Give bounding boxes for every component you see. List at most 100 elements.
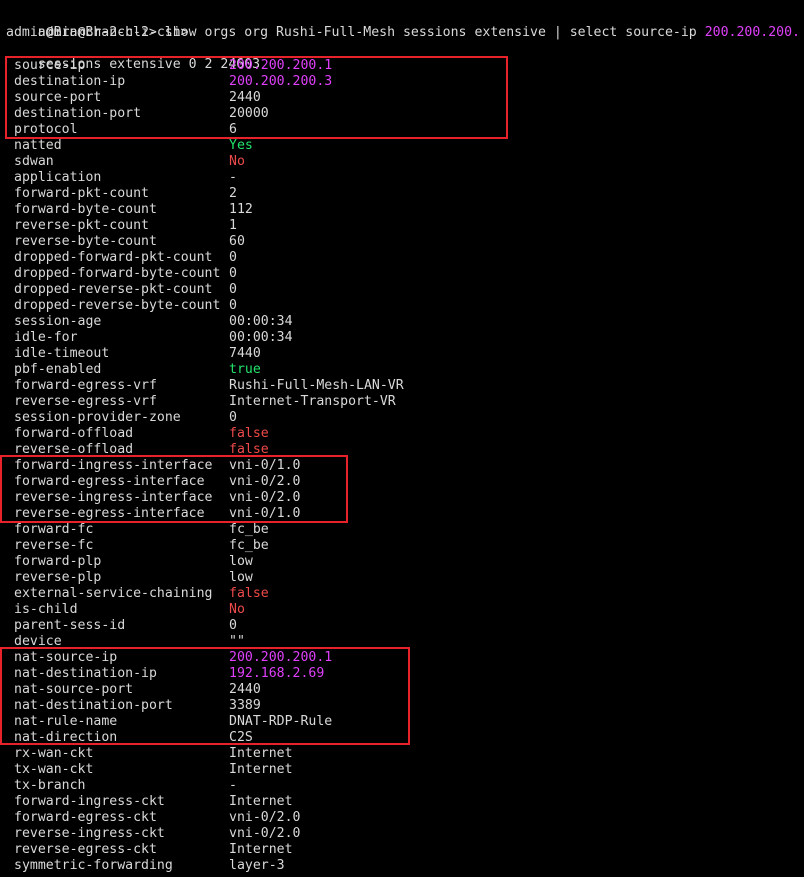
field-key: tx-branch <box>14 778 86 793</box>
field-key: forward-plp <box>14 554 102 569</box>
field-value: 200.200.200.1 <box>229 58 333 73</box>
field-value: false <box>229 442 269 457</box>
field-value: fc_be <box>229 538 269 553</box>
field-key: reverse-ingress-interface <box>14 490 213 505</box>
field-key: nat-destination-ip <box>14 666 157 681</box>
field-value: vni-0/1.0 <box>229 506 301 521</box>
session-field-row: reverse-plp low <box>14 570 794 586</box>
field-key: dropped-forward-pkt-count <box>14 250 213 265</box>
session-field-row: protocol 6 <box>14 122 794 138</box>
terminal-window[interactable]: admin@Branch-2-cli> admin@Branch-2-cli> … <box>0 0 804 877</box>
field-key: reverse-egress-ckt <box>14 842 157 857</box>
field-value: No <box>229 602 245 617</box>
field-key: reverse-pkt-count <box>14 218 149 233</box>
command-ip: 200.200.200. <box>704 25 800 40</box>
field-value: Internet-Transport-VR <box>229 394 396 409</box>
session-field-row: nat-direction C2S <box>14 730 794 746</box>
command-line: admin@Branch-2-cli> show orgs org Rushi-… <box>6 25 800 41</box>
field-value: 0 <box>229 250 237 265</box>
session-field-row: reverse-egress-vrf Internet-Transport-VR <box>14 394 794 410</box>
field-key: forward-egress-vrf <box>14 378 157 393</box>
session-field-row: reverse-pkt-count 1 <box>14 218 794 234</box>
field-value: 00:00:34 <box>229 314 293 329</box>
field-value: 0 <box>229 618 237 633</box>
field-value: C2S <box>229 730 253 745</box>
session-field-row: reverse-byte-count 60 <box>14 234 794 250</box>
session-field-row: rx-wan-ckt Internet <box>14 746 794 762</box>
output-header: sessions extensive 0 2 24603 <box>6 41 260 72</box>
field-key: reverse-offload <box>14 442 134 457</box>
field-key: session-provider-zone <box>14 410 181 425</box>
session-field-row: nat-source-ip 200.200.200.1 <box>14 650 794 666</box>
session-field-row: idle-for 00:00:34 <box>14 330 794 346</box>
session-field-row: forward-pkt-count 2 <box>14 186 794 202</box>
field-value: vni-0/2.0 <box>229 474 301 489</box>
command-text: show orgs org Rushi-Full-Mesh sessions e… <box>156 25 705 40</box>
field-key: nat-direction <box>14 730 118 745</box>
session-field-row: application - <box>14 170 794 186</box>
field-value: 20000 <box>229 106 269 121</box>
field-value: vni-0/2.0 <box>229 810 301 825</box>
session-field-row: destination-port 20000 <box>14 106 794 122</box>
field-key: forward-pkt-count <box>14 186 149 201</box>
session-field-row: reverse-egress-interface vni-0/1.0 <box>14 506 794 522</box>
session-field-row: nat-destination-ip 192.168.2.69 <box>14 666 794 682</box>
session-field-row: forward-fc fc_be <box>14 522 794 538</box>
session-field-row: forward-plp low <box>14 554 794 570</box>
field-value: vni-0/2.0 <box>229 490 301 505</box>
session-field-row: source-ip 200.200.200.1 <box>14 58 794 74</box>
field-value: low <box>229 554 253 569</box>
field-key: nat-source-ip <box>14 650 118 665</box>
field-key: destination-port <box>14 106 142 121</box>
session-field-row: natted Yes <box>14 138 794 154</box>
field-value: 1 <box>229 218 237 233</box>
session-field-row: dropped-forward-byte-count 0 <box>14 266 794 282</box>
field-value: - <box>229 170 237 185</box>
field-value: Rushi-Full-Mesh-LAN-VR <box>229 378 404 393</box>
session-field-row: forward-byte-count 112 <box>14 202 794 218</box>
session-field-row: forward-egress-vrf Rushi-Full-Mesh-LAN-VR <box>14 378 794 394</box>
field-key: external-service-chaining <box>14 586 213 601</box>
session-field-row: device "" <box>14 634 794 650</box>
session-field-row: session-age 00:00:34 <box>14 314 794 330</box>
field-value: false <box>229 426 269 441</box>
field-value: 192.168.2.69 <box>229 666 325 681</box>
session-field-row: sdwan No <box>14 154 794 170</box>
field-key: dropped-forward-byte-count <box>14 266 221 281</box>
field-key: symmetric-forwarding <box>14 858 173 873</box>
field-key: reverse-egress-interface <box>14 506 205 521</box>
field-value: 0 <box>229 282 237 297</box>
field-key: reverse-byte-count <box>14 234 157 249</box>
field-value: - <box>229 778 237 793</box>
field-value: DNAT-RDP-Rule <box>229 714 333 729</box>
field-value: 200.200.200.3 <box>229 74 333 89</box>
field-value: Internet <box>229 762 293 777</box>
session-field-row: idle-timeout 7440 <box>14 346 794 362</box>
session-field-row: dropped-reverse-byte-count 0 <box>14 298 794 314</box>
field-key: nat-source-port <box>14 682 134 697</box>
session-field-row: forward-ingress-interface vni-0/1.0 <box>14 458 794 474</box>
field-value: 0 <box>229 410 237 425</box>
field-key: session-age <box>14 314 102 329</box>
field-key: reverse-ingress-ckt <box>14 826 165 841</box>
field-key: pbf-enabled <box>14 362 102 377</box>
session-field-row: forward-ingress-ckt Internet <box>14 794 794 810</box>
session-field-row: forward-egress-ckt vni-0/2.0 <box>14 810 794 826</box>
field-value: No <box>229 154 245 169</box>
field-value: 2440 <box>229 682 261 697</box>
field-value: Internet <box>229 794 293 809</box>
field-value: "" <box>229 634 245 649</box>
field-key: tx-wan-ckt <box>14 762 94 777</box>
field-key: reverse-egress-vrf <box>14 394 157 409</box>
field-key: source-ip <box>14 58 86 73</box>
field-key: is-child <box>14 602 78 617</box>
field-key: forward-offload <box>14 426 134 441</box>
field-value: Internet <box>229 746 293 761</box>
field-key: destination-ip <box>14 74 126 89</box>
field-key: forward-byte-count <box>14 202 157 217</box>
field-value: 200.200.200.1 <box>229 650 333 665</box>
field-value: 2 <box>229 186 237 201</box>
field-value: vni-0/2.0 <box>229 826 301 841</box>
session-field-row: reverse-fc fc_be <box>14 538 794 554</box>
field-value: 3389 <box>229 698 261 713</box>
